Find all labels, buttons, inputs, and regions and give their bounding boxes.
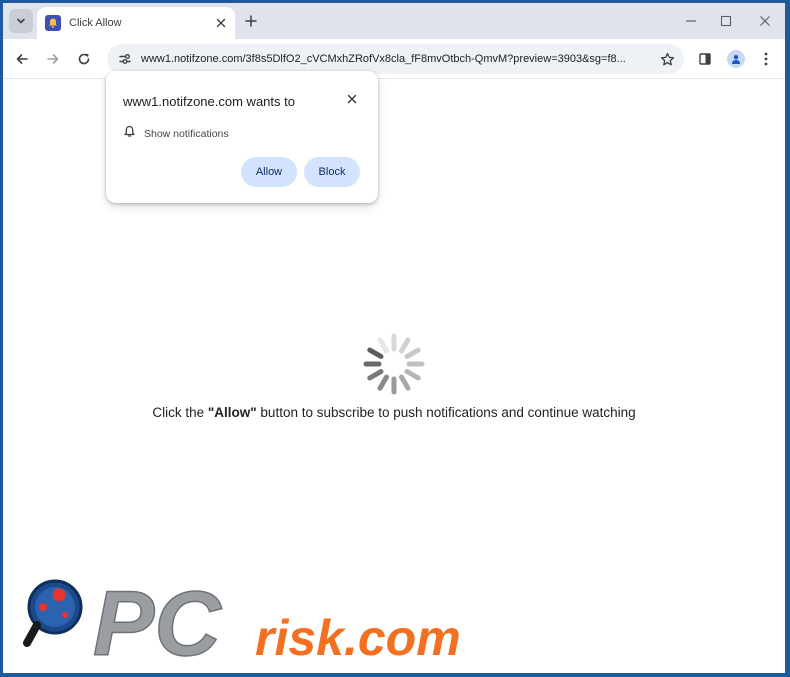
minimize-icon[interactable] <box>681 11 701 31</box>
subscribe-message: Click the "Allow" button to subscribe to… <box>3 405 785 420</box>
permission-row: Show notifications <box>123 125 229 143</box>
address-bar[interactable]: www1.notifzone.com/3f8s5DlfO2_cVCMxhZRof… <box>107 44 684 74</box>
url-text[interactable]: www1.notifzone.com/3f8s5DlfO2_cVCMxhZRof… <box>141 53 651 65</box>
person-icon <box>727 50 745 68</box>
notification-permission-popup: www1.notifzone.com wants to Show notific… <box>106 71 378 203</box>
bookmark-star-icon[interactable] <box>658 50 676 68</box>
popup-close-icon[interactable] <box>344 91 360 107</box>
new-tab-icon[interactable] <box>241 11 261 31</box>
block-button[interactable]: Block <box>304 157 360 187</box>
popup-title: www1.notifzone.com wants to <box>123 94 295 109</box>
tab-close-icon[interactable] <box>211 13 231 33</box>
tab-search-button[interactable] <box>9 9 33 33</box>
kebab-menu-icon[interactable] <box>755 48 777 70</box>
reload-icon[interactable] <box>73 48 95 70</box>
back-arrow-icon[interactable] <box>11 48 33 70</box>
message-emphasis: "Allow" <box>207 405 257 420</box>
watermark-risk-text: risk.com <box>255 610 461 666</box>
browser-window: Click Allow www1.notifzone.com/3f8s5DlfO… <box>3 3 785 673</box>
maximize-icon[interactable] <box>716 11 736 31</box>
message-suffix: button to subscribe to push notification… <box>256 405 636 420</box>
chevron-down-icon <box>17 18 25 24</box>
message-prefix: Click the <box>152 405 208 420</box>
tab-title: Click Allow <box>69 17 122 29</box>
profile-avatar[interactable] <box>725 48 747 70</box>
tab-strip: Click Allow <box>3 3 785 39</box>
bell-favicon-icon <box>45 15 61 31</box>
window-close-icon[interactable] <box>755 11 775 31</box>
bell-icon <box>123 125 136 143</box>
allow-button[interactable]: Allow <box>241 157 297 187</box>
pcrisk-watermark-logo: PC risk.com <box>23 572 461 666</box>
watermark-pc-text: PC <box>93 573 222 666</box>
side-panel-icon[interactable] <box>694 48 716 70</box>
loading-spinner-icon <box>363 333 425 395</box>
magnifier-icon <box>23 579 83 647</box>
site-info-tune-icon[interactable] <box>113 47 137 71</box>
permission-label: Show notifications <box>144 128 229 140</box>
forward-arrow-icon[interactable] <box>42 48 64 70</box>
tab-active[interactable]: Click Allow <box>37 7 235 39</box>
